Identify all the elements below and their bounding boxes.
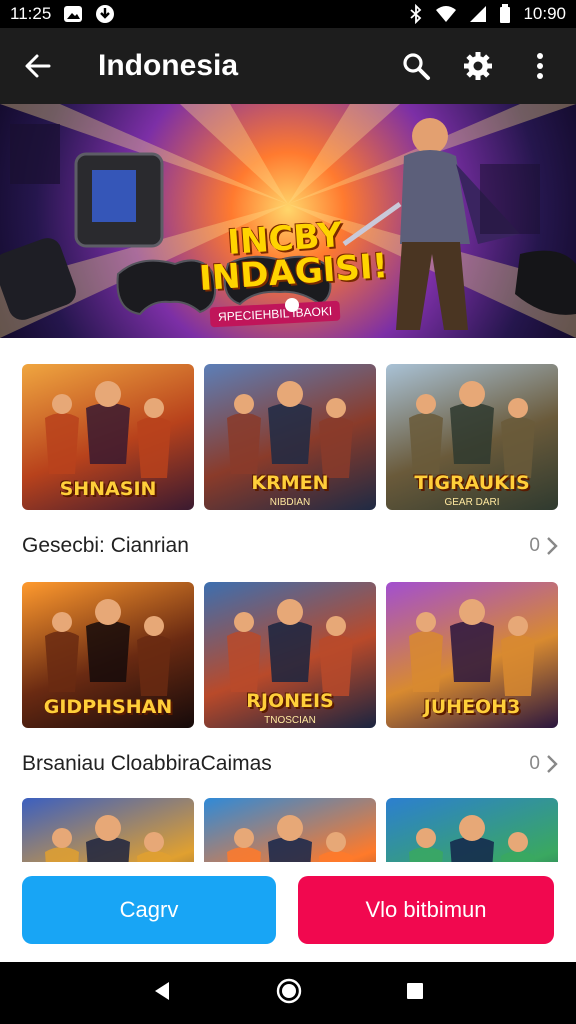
battery-text: 10:90	[523, 4, 566, 23]
battery-icon	[499, 4, 511, 24]
section-more-button[interactable]: 0	[529, 753, 558, 775]
nav-recent-icon	[406, 982, 423, 999]
system-nav-bar	[0, 962, 576, 1024]
nav-recent-button[interactable]	[405, 981, 425, 1006]
game-tile-title: JUHEOH3	[423, 696, 521, 718]
game-tile[interactable]: GIDPHSHAN	[22, 582, 194, 728]
banner-page-indicator	[285, 298, 299, 312]
game-tile-subtitle: GEAR DARI	[444, 497, 500, 508]
section-more-button[interactable]: 0	[529, 535, 558, 557]
chevron-right-icon	[547, 755, 558, 773]
app-bar: Indonesia	[0, 28, 576, 104]
game-tile[interactable]: KRMEN NIBDIAN	[204, 364, 376, 510]
banner-title: INCBY INDAGISI!	[196, 215, 389, 299]
game-tile[interactable]: RJONEIS TNOSCIAN	[204, 582, 376, 728]
game-tile[interactable]: SHNASIN	[22, 364, 194, 510]
page-title: Indonesia	[98, 49, 239, 82]
section-title: Brsaniau CloabbiraCaimas	[22, 752, 272, 775]
nav-home-icon	[276, 978, 302, 1003]
game-tile[interactable]: TIGRAUKIS GEAR DARI	[386, 364, 558, 510]
game-tile-title: SHNASIN	[59, 478, 157, 500]
settings-button[interactable]	[460, 48, 496, 84]
download-notification-icon	[95, 4, 115, 24]
chevron-right-icon	[547, 537, 558, 555]
more-options-button[interactable]	[522, 48, 558, 84]
action-bar: Cagrv Vlo bitbimun	[0, 862, 576, 962]
game-tile[interactable]: JUHEOH3	[386, 582, 558, 728]
search-icon	[403, 53, 430, 80]
image-notification-icon	[63, 5, 83, 23]
gear-icon	[464, 52, 492, 80]
primary-left-button[interactable]: Cagrv	[22, 876, 276, 944]
nav-back-icon	[155, 981, 170, 1000]
back-button[interactable]	[18, 46, 58, 86]
nav-home-button[interactable]	[276, 978, 302, 1009]
search-button[interactable]	[398, 48, 434, 84]
section-more-count: 0	[529, 753, 540, 774]
bluetooth-icon	[409, 4, 423, 24]
status-bar: 11:25 10:90	[0, 0, 576, 28]
nav-back-button[interactable]	[151, 980, 173, 1007]
section-title: Gesecbi: Cianrian	[22, 534, 189, 557]
game-tile-title: GIDPHSHAN	[43, 696, 173, 718]
game-tile-title: TIGRAUKIS	[414, 472, 530, 494]
section-more-count: 0	[529, 535, 540, 556]
section-2: GIDPHSHAN RJONEIS TNOSCIAN JUHEOH3 Brsani…	[22, 582, 558, 778]
back-arrow-icon	[25, 54, 51, 78]
game-tile-title: RJONEIS	[246, 690, 334, 712]
status-time: 11:25	[10, 4, 52, 23]
more-vert-icon	[537, 53, 543, 79]
game-tile-subtitle: NIBDIAN	[269, 497, 311, 508]
game-tile-title: KRMEN	[251, 472, 329, 494]
signal-icon	[469, 5, 487, 23]
game-tile-subtitle: TNOSCIAN	[264, 715, 316, 726]
wifi-icon	[435, 5, 457, 23]
section-1: SHNASIN KRMEN NIBDIAN TIGRAUKIS GEAR DARI …	[22, 364, 558, 560]
primary-right-button[interactable]: Vlo bitbimun	[298, 876, 554, 944]
